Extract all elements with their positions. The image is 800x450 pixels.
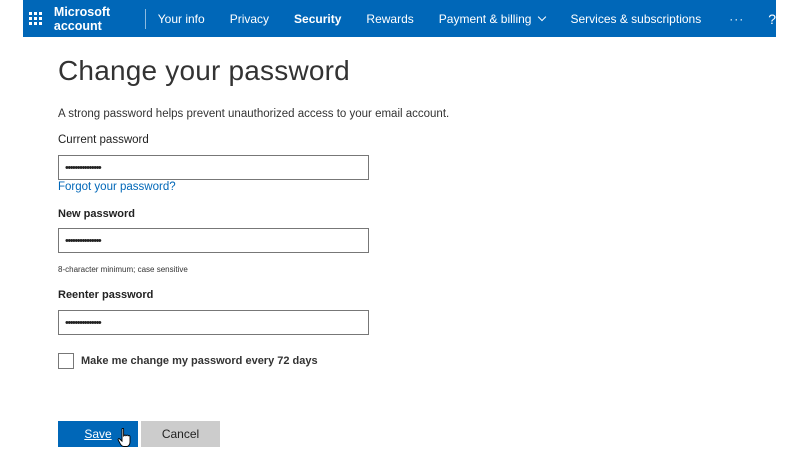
nav-rewards[interactable]: Rewards (366, 12, 413, 26)
hand-cursor-icon (117, 428, 131, 447)
forgot-password-link[interactable]: Forgot your password? (58, 181, 176, 193)
app-launcher-icon[interactable] (27, 0, 45, 37)
new-password-label: New password (58, 208, 136, 220)
reenter-password-input[interactable]: ••••••••••••••• (58, 310, 369, 335)
help-icon[interactable]: ? (768, 11, 776, 27)
reenter-password-label: Reenter password (58, 289, 154, 301)
brand-title[interactable]: Microsoft account (54, 5, 128, 33)
current-password-input[interactable]: ••••••••••••••• (58, 155, 369, 180)
password-expiry-option[interactable]: Make me change my password every 72 days (58, 353, 318, 369)
nav-your-info[interactable]: Your info (158, 12, 205, 26)
nav-payment-billing-label: Payment & billing (438, 11, 532, 26)
new-password-input[interactable]: ••••••••••••••• (58, 228, 369, 253)
page-description: A strong password helps prevent unauthor… (58, 108, 450, 120)
cancel-button[interactable]: Cancel (141, 421, 220, 447)
password-expiry-checkbox[interactable] (58, 353, 74, 369)
nav-privacy[interactable]: Privacy (230, 12, 269, 26)
nav-divider (145, 8, 146, 29)
nav-security[interactable]: Security (294, 12, 341, 26)
password-expiry-label[interactable]: Make me change my password every 72 days (81, 355, 318, 367)
password-hint: 8-character minimum; case sensitive (58, 265, 188, 274)
more-options-icon[interactable]: ··· (729, 12, 744, 26)
nav-services-subscriptions[interactable]: Services & subscriptions (570, 12, 701, 26)
chevron-down-icon (538, 12, 547, 21)
top-navigation-bar: Microsoft account Your info Privacy Secu… (23, 0, 776, 37)
page-title: Change your password (58, 55, 350, 86)
nav-payment-billing[interactable]: Payment & billing (438, 11, 547, 26)
current-password-label: Current password (58, 134, 149, 146)
